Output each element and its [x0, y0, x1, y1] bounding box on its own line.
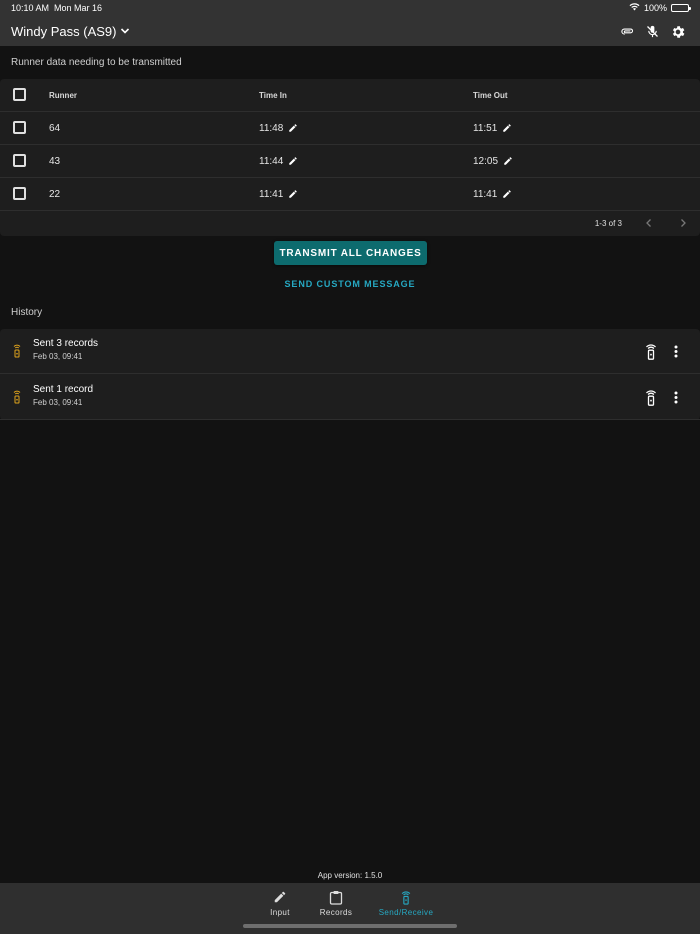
list-item[interactable]: Sent 3 records Feb 03, 09:41: [0, 329, 700, 374]
pencil-icon[interactable]: [288, 123, 298, 133]
clipboard-icon: [328, 889, 344, 905]
runner-cell: 64: [49, 122, 61, 134]
pencil-icon: [272, 889, 288, 905]
time-in-cell: 11:48: [259, 112, 298, 144]
history-item-title: Sent 1 record: [33, 384, 94, 395]
pencil-icon[interactable]: [503, 156, 513, 166]
row-checkbox[interactable]: [13, 154, 26, 167]
status-indicators: 100%: [629, 3, 691, 13]
row-checkbox[interactable]: [13, 187, 26, 200]
pencil-icon[interactable]: [502, 189, 512, 199]
tab-send-receive[interactable]: Send/Receive: [374, 889, 438, 919]
app-bar: 10:10 AM Mon Mar 16 100% Windy Pass (AS9…: [0, 0, 700, 46]
home-indicator[interactable]: [243, 924, 457, 928]
history-item-title: Sent 3 records: [33, 338, 99, 349]
runner-cell: 43: [49, 155, 61, 167]
time-out-value: 11:41: [473, 188, 498, 200]
wifi-icon: [629, 3, 640, 13]
table-row: 43 11:44 12:05: [0, 145, 700, 178]
tab-records-label: Records: [319, 908, 353, 917]
column-header-runner[interactable]: Runner: [49, 79, 77, 111]
tab-records[interactable]: Records: [316, 889, 356, 919]
table-row: 64 11:48 11:51: [0, 112, 700, 145]
column-header-time-in[interactable]: Time In: [259, 79, 287, 111]
history-item-date: Feb 03, 09:41: [33, 352, 83, 361]
tab-input[interactable]: Input: [265, 889, 295, 919]
pencil-icon[interactable]: [288, 189, 298, 199]
time-out-value: 12:05: [473, 155, 499, 167]
app-version: App version: 1.5.0: [317, 871, 383, 880]
row-checkbox[interactable]: [13, 121, 26, 134]
battery-icon: [671, 4, 691, 12]
time-in-cell: 11:41: [259, 178, 298, 210]
table-pagination: 1-3 of 3: [595, 213, 690, 233]
history-section-label: History: [11, 307, 43, 318]
station-selector[interactable]: Windy Pass (AS9): [11, 24, 130, 39]
radio-transmitter-icon[interactable]: [644, 389, 658, 406]
send-custom-message-button[interactable]: SEND CUSTOM MESSAGE: [270, 276, 430, 292]
pending-section-label: Runner data needing to be transmitted: [11, 57, 182, 68]
pencil-icon[interactable]: [288, 156, 298, 166]
tab-send-receive-label: Send/Receive: [378, 908, 434, 917]
more-vertical-icon[interactable]: [670, 390, 682, 405]
time-out-value: 11:51: [473, 122, 498, 134]
mic-off-icon[interactable]: [644, 23, 661, 40]
time-in-value: 11:44: [259, 155, 284, 167]
select-all-checkbox[interactable]: [13, 88, 26, 101]
chevron-right-icon[interactable]: [676, 216, 690, 230]
chevron-left-icon[interactable]: [642, 216, 656, 230]
page-title: Windy Pass (AS9): [11, 24, 117, 39]
pending-table: Runner Time In Time Out 64 11:48 11:51 4…: [0, 79, 700, 236]
status-time: 10:10 AM Mon Mar 16: [11, 3, 102, 13]
radio-transmitter-icon: [398, 889, 414, 905]
column-header-time-out[interactable]: Time Out: [473, 79, 508, 111]
history-list: Sent 3 records Feb 03, 09:41 Sent 1 reco…: [0, 329, 700, 420]
attachment-icon[interactable]: [619, 23, 636, 40]
battery-percent: 100%: [643, 3, 667, 13]
transmit-icon: [11, 390, 23, 404]
tab-input-label: Input: [270, 908, 290, 917]
time-in-value: 11:41: [259, 188, 284, 200]
pagination-range: 1-3 of 3: [594, 218, 622, 228]
gear-icon[interactable]: [669, 23, 686, 40]
table-header-row: Runner Time In Time Out: [0, 79, 700, 112]
chevron-down-icon: [120, 24, 130, 39]
time-in-value: 11:48: [259, 122, 284, 134]
radio-transmitter-icon[interactable]: [644, 343, 658, 360]
app-bar-actions: [619, 23, 686, 40]
time-in-cell: 11:44: [259, 145, 298, 177]
status-clock: 10:10 AM: [11, 3, 50, 13]
runner-cell: 22: [49, 188, 61, 200]
transmit-icon: [11, 344, 23, 358]
pencil-icon[interactable]: [502, 123, 512, 133]
time-out-cell: 12:05: [473, 145, 513, 177]
list-item[interactable]: Sent 1 record Feb 03, 09:41: [0, 375, 700, 420]
time-out-cell: 11:41: [473, 178, 512, 210]
transmit-all-button[interactable]: TRANSMIT ALL CHANGES: [274, 241, 427, 265]
history-item-date: Feb 03, 09:41: [33, 398, 83, 407]
table-row: 22 11:41 11:41: [0, 178, 700, 211]
more-vertical-icon[interactable]: [670, 344, 682, 359]
status-date: Mon Mar 16: [54, 3, 103, 13]
time-out-cell: 11:51: [473, 112, 512, 144]
